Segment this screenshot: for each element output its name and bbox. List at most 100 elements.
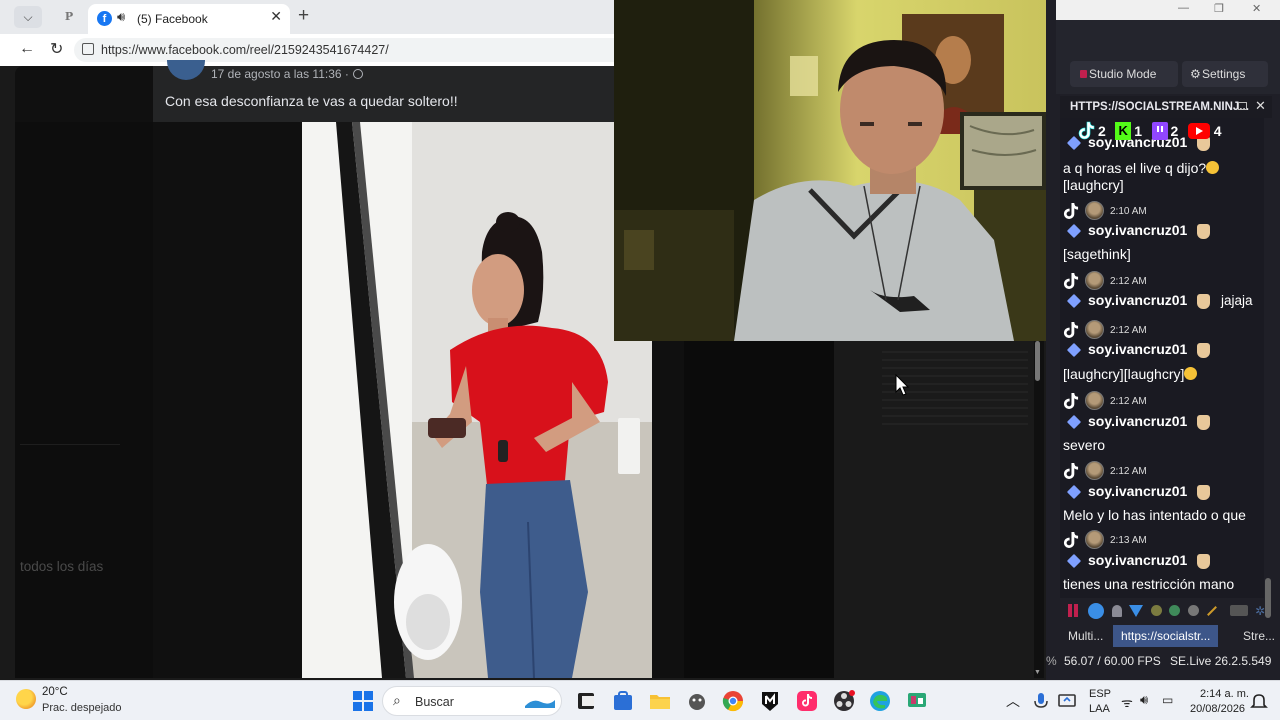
- chat-message-header: 2:12 AM: [1063, 461, 1263, 483]
- username: soy.ivancruz01: [1088, 222, 1188, 238]
- taskbar-search[interactable]: ⌕ Buscar: [382, 686, 562, 716]
- tiktok-count: 2: [1098, 122, 1106, 139]
- tab-facebook[interactable]: f 🔊︎ (5) Facebook ✕: [88, 4, 290, 34]
- weather-sun-icon[interactable]: [16, 689, 36, 709]
- chat-feed[interactable]: 2 K1 2 4 soy.ivancruz01 a q horas el liv…: [1060, 118, 1264, 598]
- close-window-icon[interactable]: ✕: [1252, 2, 1261, 15]
- version-label: SE.Live 26.2.5.549: [1170, 654, 1272, 668]
- message-time: 2:12 AM: [1110, 276, 1147, 287]
- dashboard-app-icon[interactable]: [906, 690, 928, 712]
- chat-message-header: 2:12 AM: [1063, 320, 1263, 342]
- window-titlebar: — ❐ ✕: [1056, 0, 1280, 20]
- badge-icon: [1197, 554, 1210, 569]
- windows-start-icon[interactable]: [352, 690, 374, 712]
- display-icon[interactable]: [1056, 690, 1078, 712]
- tab-multi[interactable]: Multi...: [1068, 625, 1103, 647]
- chat-message-header: 2:12 AM: [1063, 391, 1263, 413]
- chat-message-user: soy.ivancruz01: [1063, 483, 1263, 503]
- avatar[interactable]: [167, 60, 205, 80]
- facebook-icon: f: [97, 11, 112, 26]
- status-edge-text: %: [1046, 654, 1057, 668]
- url-text[interactable]: https://www.facebook.com/reel/2159243541…: [101, 43, 389, 57]
- tiktok-icon: [1063, 203, 1079, 219]
- wifi-icon[interactable]: ᯤ: [1121, 693, 1133, 711]
- store-icon[interactable]: [612, 690, 634, 712]
- popout-icon[interactable]: [1238, 102, 1247, 110]
- battery-icon[interactable]: ▭: [1162, 693, 1173, 707]
- left-panel: todos los días: [15, 122, 153, 678]
- inline-message-text: jajaja: [1221, 293, 1253, 308]
- dock-tabs: Multi... https://socialstr... Stre...: [1060, 625, 1275, 647]
- dog-app-icon[interactable]: [686, 690, 708, 712]
- clock-time[interactable]: 2:14 a. m.: [1200, 688, 1249, 700]
- tiktok-app-icon[interactable]: [796, 690, 818, 712]
- message-time: 2:12 AM: [1110, 396, 1147, 407]
- streamer-app-icon[interactable]: [759, 690, 781, 712]
- filter-icon[interactable]: [1129, 604, 1144, 617]
- task-view-icon[interactable]: [575, 690, 597, 712]
- studio-mode-button[interactable]: Studio Mode: [1070, 61, 1178, 87]
- dock-title: HTTPS://SOCIALSTREAM.NINJ...: [1070, 101, 1249, 113]
- chat-bubble-icon[interactable]: [1088, 602, 1105, 619]
- new-tab-button[interactable]: +: [298, 5, 309, 27]
- input-language[interactable]: ESP: [1089, 688, 1111, 700]
- twitch-icon: [1151, 121, 1168, 140]
- post-date[interactable]: 17 de agosto a las 11:36 ·: [211, 67, 363, 81]
- page-scrollbar[interactable]: ▼: [1034, 341, 1042, 678]
- kick-icon: K: [1115, 121, 1132, 140]
- tab-stream[interactable]: Stre...: [1243, 625, 1275, 647]
- input-region[interactable]: LAA: [1089, 703, 1110, 715]
- microphone-icon[interactable]: [1030, 690, 1052, 712]
- back-arrow-icon[interactable]: ←: [19, 40, 35, 58]
- file-explorer-icon[interactable]: [649, 690, 671, 712]
- show-hidden-icons[interactable]: ︿: [1006, 691, 1020, 711]
- broadcast-icon[interactable]: ✲: [1255, 605, 1269, 617]
- notification-bell-icon[interactable]: [1248, 690, 1270, 712]
- close-dock-icon[interactable]: ✕: [1255, 98, 1266, 114]
- reload-icon[interactable]: ↻: [50, 39, 63, 59]
- emoji-icon[interactable]: [1150, 605, 1162, 617]
- globe-icon: [352, 69, 363, 79]
- sync-icon[interactable]: [1169, 605, 1181, 617]
- volume-icon[interactable]: 🔊︎: [1140, 692, 1148, 708]
- tiktok-icon: [1063, 322, 1079, 338]
- minimize-icon[interactable]: —: [1178, 2, 1189, 14]
- clock-date[interactable]: 20/08/2026: [1190, 703, 1245, 715]
- speaker-icon[interactable]: 🔊︎: [117, 9, 125, 25]
- chrome-icon[interactable]: [722, 690, 744, 712]
- chat-message-user: soy.ivancruz01: [1063, 552, 1263, 572]
- weather-temperature[interactable]: 20°C: [42, 686, 68, 698]
- site-info-icon[interactable]: [82, 43, 94, 55]
- message-text-line2: [laughcry]: [1063, 177, 1124, 193]
- broom-icon[interactable]: [1207, 605, 1218, 616]
- message-time: 2:12 AM: [1110, 466, 1147, 477]
- maximize-icon[interactable]: ❐: [1214, 2, 1224, 15]
- diamond-icon: [1066, 484, 1082, 500]
- video-frame: [302, 122, 652, 678]
- settings-button[interactable]: ⚙ Settings: [1182, 61, 1268, 87]
- tab-list-dropdown-button[interactable]: ⌵: [14, 6, 42, 28]
- record-icon[interactable]: [1187, 605, 1199, 617]
- address-bar[interactable]: https://www.facebook.com/reel/2159243541…: [74, 38, 614, 62]
- username: soy.ivancruz01: [1088, 413, 1188, 429]
- chevron-down-icon: ⌵: [23, 10, 33, 24]
- chat-message-user: soy.ivancruz01: [1063, 341, 1263, 361]
- twitch-count: 2: [1170, 122, 1179, 139]
- diamond-icon: [1066, 414, 1082, 430]
- tab-pinned[interactable]: P: [58, 6, 80, 28]
- reel-video[interactable]: [302, 122, 652, 678]
- pause-icon[interactable]: [1068, 604, 1072, 618]
- tab-socialstream[interactable]: https://socialstr...: [1113, 625, 1219, 647]
- scrollbar-thumb[interactable]: [1035, 341, 1040, 381]
- edge-icon[interactable]: [869, 690, 891, 712]
- search-icon: ⌕: [393, 692, 401, 708]
- scroll-down-arrow-icon[interactable]: ▼: [1034, 669, 1041, 676]
- close-tab-icon[interactable]: ✕: [270, 8, 282, 25]
- bell-icon[interactable]: [1111, 604, 1122, 617]
- auto-icon[interactable]: [1229, 605, 1248, 617]
- obs-icon[interactable]: [833, 690, 855, 712]
- chat-toolbar: ✲: [1068, 602, 1265, 622]
- chat-message-text: [laughcry][laughcry]: [1063, 366, 1263, 383]
- weather-condition[interactable]: Prac. despejado: [42, 702, 122, 714]
- chat-message-user: soy.ivancruz01 jajaja: [1063, 292, 1263, 312]
